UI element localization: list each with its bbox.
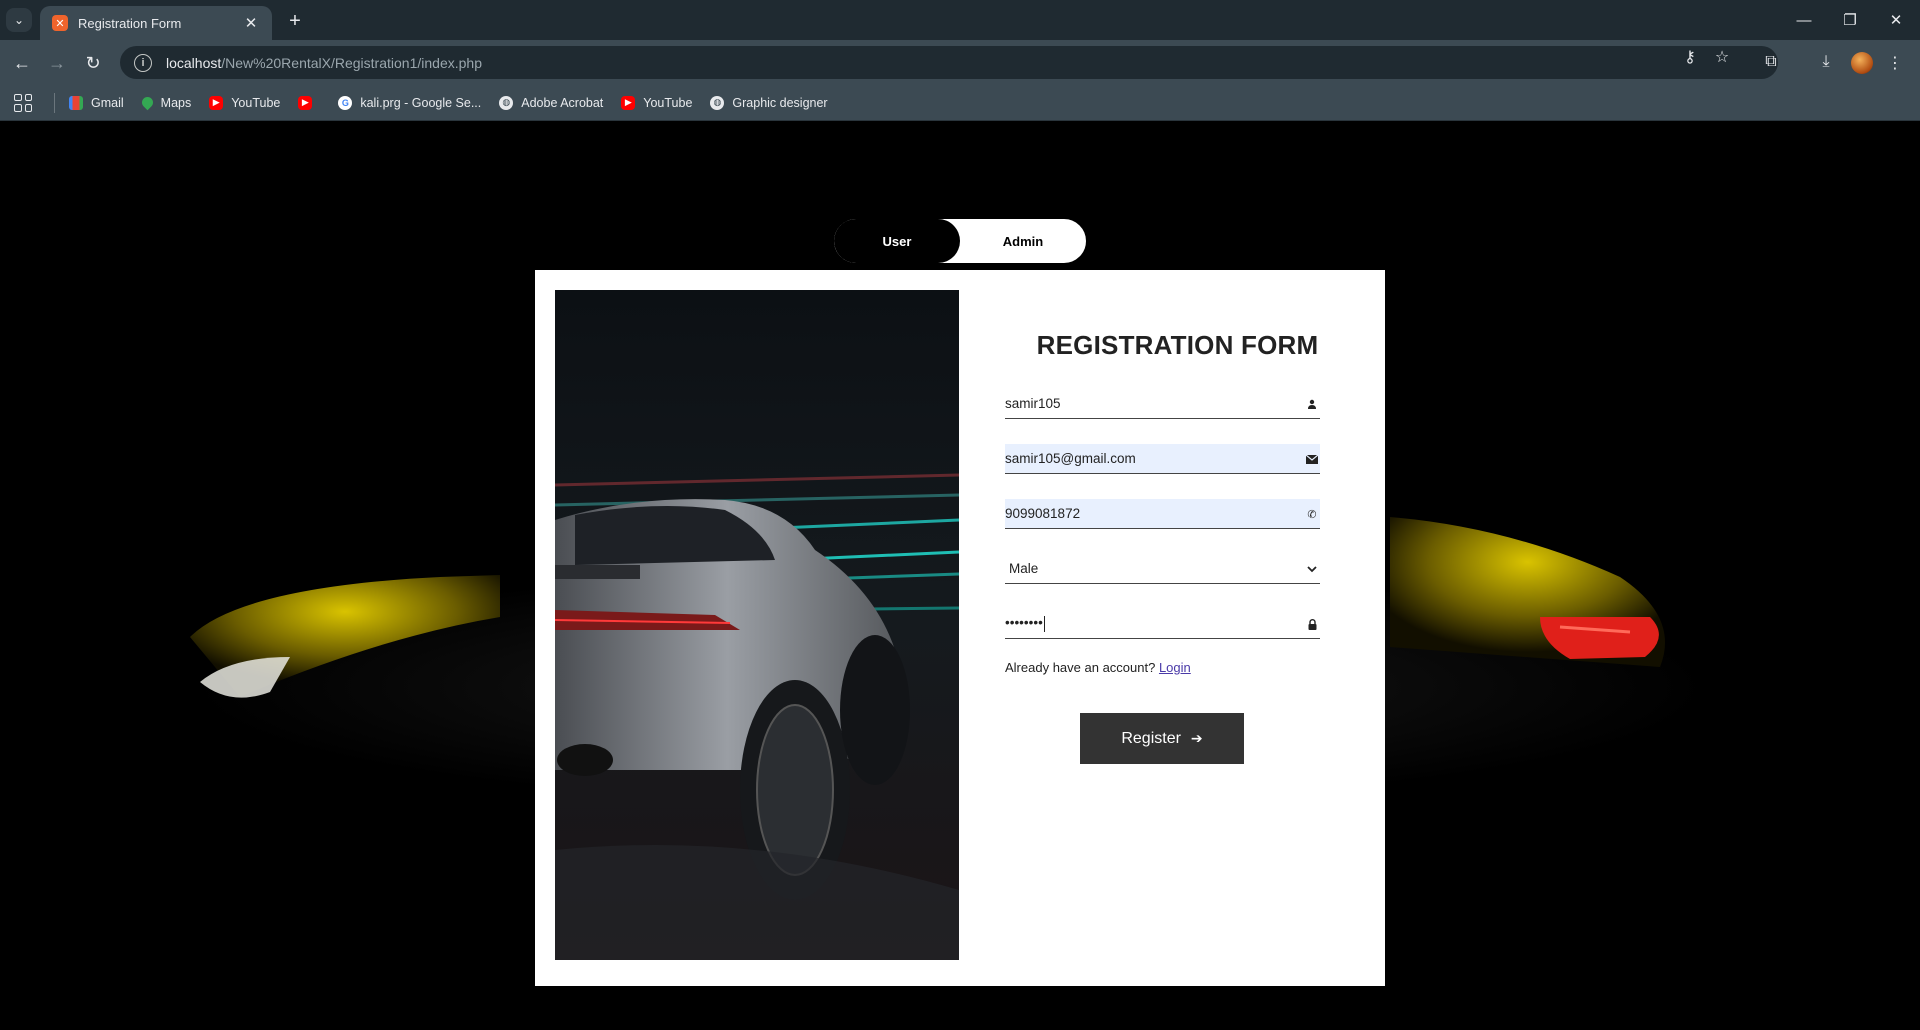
registration-form: REGISTRATION FORM samir105 samir105@gmai… [1005, 290, 1350, 764]
menu-kebab-icon[interactable]: ⋮ [1884, 53, 1906, 73]
bookmark-youtube[interactable]: ▶ YouTube [209, 95, 280, 110]
reload-button[interactable]: ↻ [78, 48, 108, 78]
minimize-button[interactable]: — [1781, 0, 1827, 40]
bookmark-maps[interactable]: Maps [139, 94, 191, 111]
page-viewport: User Admin REGISTRATION FORM samir105 sa… [0, 122, 1920, 1030]
gender-select[interactable]: Male [1005, 554, 1320, 584]
bookmark-star-icon[interactable]: ☆ [1712, 47, 1732, 67]
tab-close-icon[interactable]: ✕ [242, 14, 260, 32]
user-icon [1304, 396, 1320, 412]
xampp-favicon-icon: ✕ [52, 15, 68, 31]
restore-button[interactable]: ❐ [1827, 0, 1873, 40]
browser-tab[interactable]: ✕ Registration Form ✕ [40, 6, 272, 40]
form-title: REGISTRATION FORM [1036, 330, 1319, 360]
phone-value: 9099081872 [1005, 506, 1081, 521]
phone-icon: ✆ [1307, 508, 1317, 521]
browser-toolbar: ← → ↻ i localhost/New%20RentalX/Registra… [0, 40, 1920, 85]
address-url[interactable]: localhost/New%20RentalX/Registration1/in… [166, 55, 482, 71]
bookmarks-separator [54, 92, 55, 113]
gender-value: Male [1009, 561, 1039, 576]
google-icon: G [338, 95, 353, 110]
address-bar[interactable]: i localhost/New%20RentalX/Registration1/… [120, 46, 1778, 79]
tab-user[interactable]: User [834, 219, 960, 263]
email-value: samir105@gmail.com [1005, 451, 1136, 466]
email-field[interactable]: samir105@gmail.com [1005, 444, 1320, 474]
bookmark-youtube-2[interactable]: ▶ YouTube [621, 95, 692, 110]
downloads-icon[interactable]: ⤓ [1815, 53, 1837, 71]
login-prompt: Already have an account? Login [1005, 660, 1191, 675]
arrow-right-icon: ➔ [1190, 730, 1203, 746]
login-link[interactable]: Login [1159, 660, 1191, 675]
password-field[interactable]: •••••••• [1005, 609, 1320, 639]
registration-card: REGISTRATION FORM samir105 samir105@gmai… [535, 270, 1385, 986]
forward-button[interactable]: → [42, 48, 72, 78]
globe-icon: ◍ [710, 95, 725, 110]
globe-icon: ◍ [499, 95, 514, 110]
site-info-icon[interactable]: i [134, 53, 152, 72]
youtube-icon: ▶ [298, 95, 313, 110]
extensions-icon[interactable]: ⧉ [1760, 53, 1782, 71]
maps-icon [139, 94, 155, 111]
close-window-button[interactable]: ✕ [1873, 0, 1919, 40]
username-value: samir105 [1005, 396, 1061, 411]
register-button[interactable]: Register ➔ [1080, 713, 1244, 764]
new-tab-button[interactable]: + [282, 8, 308, 34]
bookmark-adobe-acrobat[interactable]: ◍ Adobe Acrobat [499, 95, 603, 110]
browser-tab-strip: ⌄ ✕ Registration Form ✕ + — ❐ ✕ [0, 0, 1920, 40]
mail-icon [1304, 451, 1320, 467]
bookmark-kali-google[interactable]: Gkali.prg - Google Se... [338, 95, 481, 110]
tab-admin[interactable]: Admin [960, 219, 1086, 263]
car-photo [555, 290, 959, 960]
bookmark-graphic-designer[interactable]: ◍ Graphic designer [710, 95, 828, 110]
bookmark-gmail[interactable]: Gmail [69, 95, 124, 110]
phone-field[interactable]: 9099081872 ✆ [1005, 499, 1320, 529]
bookmark-youtube-untitled[interactable]: ▶ [298, 95, 320, 110]
password-key-icon[interactable]: ⚷ [1680, 47, 1700, 67]
password-value: •••••••• [1005, 615, 1045, 632]
tab-search-button[interactable]: ⌄ [6, 8, 32, 32]
chevron-down-icon [1304, 561, 1320, 577]
username-field[interactable]: samir105 [1005, 389, 1320, 419]
profile-avatar[interactable] [1851, 52, 1873, 74]
apps-grid-icon[interactable] [14, 93, 32, 112]
role-toggle: User Admin [832, 217, 1088, 265]
bookmarks-bar: Gmail Maps ▶ YouTube ▶ Gkali.prg - Google… [0, 85, 1920, 121]
gmail-icon [69, 95, 83, 110]
youtube-icon: ▶ [621, 95, 636, 110]
back-button[interactable]: ← [7, 48, 37, 78]
tab-title: Registration Form [78, 15, 182, 31]
youtube-icon: ▶ [209, 95, 224, 110]
lock-icon [1304, 616, 1320, 632]
